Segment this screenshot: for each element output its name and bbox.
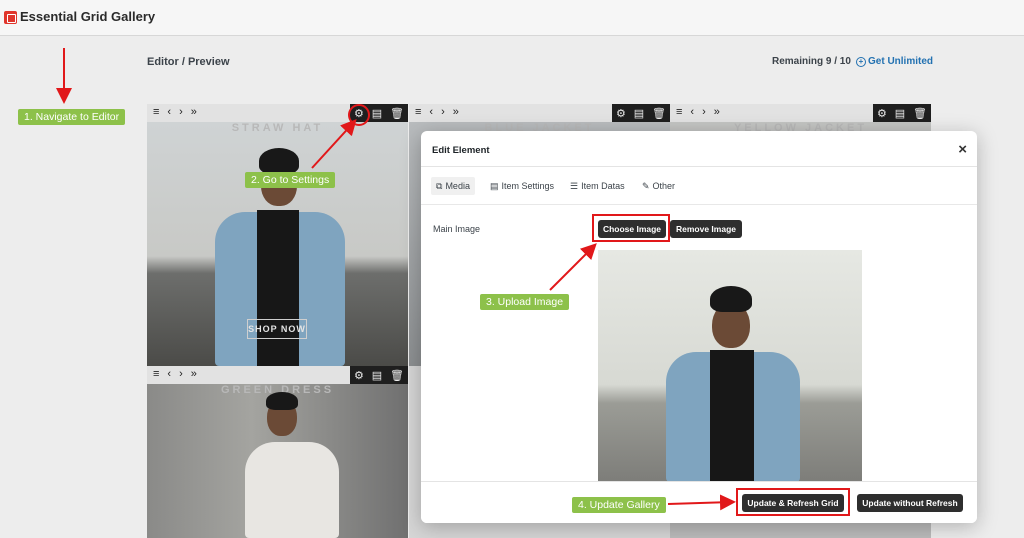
person-figure xyxy=(237,390,347,538)
remaining-count: Remaining 9 / 10 xyxy=(772,56,851,67)
duplicate-icon[interactable]: ▤ xyxy=(895,107,905,120)
gear-icon[interactable]: ⚙ xyxy=(616,107,626,120)
modal-title: Edit Element xyxy=(432,145,490,156)
duplicate-icon[interactable]: ▤ xyxy=(372,369,382,382)
trash-icon[interactable]: 🗑 xyxy=(390,369,404,382)
gear-icon[interactable]: ⚙ xyxy=(354,369,364,382)
plus-circle-icon: + xyxy=(856,57,866,67)
item-toolbar: ≡‹›» ⚙ ▤ 🗑 xyxy=(147,366,408,384)
item-tool-group: ⚙ ▤ 🗑 xyxy=(873,104,931,122)
modal-header: Edit Element × xyxy=(421,131,977,167)
main-image-preview xyxy=(598,250,862,482)
choose-image-highlight xyxy=(592,214,670,242)
pin-icon: ✎ xyxy=(642,181,650,191)
item-title: STRAW HAT xyxy=(231,122,324,134)
editor-preview-label: Editor / Preview xyxy=(147,56,230,68)
gear-highlight xyxy=(348,104,370,126)
callout-go-to-settings: 2. Go to Settings xyxy=(245,172,336,188)
update-refresh-highlight xyxy=(736,488,850,516)
main-image-label: Main Image xyxy=(433,224,481,234)
item-toolbar: ≡‹›» ⚙ ▤ 🗑 xyxy=(409,104,670,122)
close-icon[interactable]: × xyxy=(958,141,967,158)
callout-upload-image: 3. Upload Image xyxy=(480,294,570,310)
list-icon: ▤ xyxy=(490,181,499,191)
duplicate-icon[interactable]: ▤ xyxy=(372,107,382,120)
tab-item-datas[interactable]: ☰ Item Datas xyxy=(565,177,630,195)
media-icon: ⧉ xyxy=(436,181,443,191)
grid-logo-icon xyxy=(4,11,17,24)
update-without-refresh-button[interactable]: Update without Refresh xyxy=(857,494,963,512)
remove-image-button[interactable]: Remove Image xyxy=(670,220,742,238)
app-title: Essential Grid Gallery xyxy=(20,9,156,24)
get-unlimited-link[interactable]: + Get Unlimited xyxy=(856,56,933,67)
item-nav-controls[interactable]: ≡‹›» xyxy=(676,106,728,118)
person-figure xyxy=(658,280,808,482)
tab-other[interactable]: ✎ Other xyxy=(637,177,680,195)
trash-icon[interactable]: 🗑 xyxy=(652,107,666,120)
shop-now-button[interactable]: SHOP NOW xyxy=(247,319,307,339)
trash-icon[interactable]: 🗑 xyxy=(390,107,404,120)
modal-footer: Update & Refresh Grid Update without Ref… xyxy=(421,481,977,523)
edit-element-modal: Edit Element × ⧉ Media ▤ Item Settings ☰ It… xyxy=(421,131,977,523)
callout-navigate-to-editor: 1. Navigate to Editor xyxy=(18,109,126,125)
item-nav-controls[interactable]: ≡‹›» xyxy=(415,106,467,118)
tab-item-settings[interactable]: ▤ Item Settings xyxy=(485,177,559,195)
get-unlimited-label: Get Unlimited xyxy=(868,56,934,67)
callout-update-gallery: 4. Update Gallery xyxy=(572,497,666,513)
app-header: Essential Grid Gallery xyxy=(0,0,1024,36)
item-tool-group: ⚙ ▤ 🗑 xyxy=(612,104,670,122)
data-icon: ☰ xyxy=(570,181,579,191)
grid-item-straw-hat[interactable]: ≡‹›» ⚙ ▤ 🗑 STRAW HAT SHOP NOW xyxy=(147,104,408,366)
item-nav-controls[interactable]: ≡‹›» xyxy=(153,368,205,380)
tab-media[interactable]: ⧉ Media xyxy=(431,177,475,195)
item-tool-group: ⚙ ▤ 🗑 xyxy=(350,366,408,384)
item-nav-controls[interactable]: ≡‹›» xyxy=(153,106,205,118)
duplicate-icon[interactable]: ▤ xyxy=(634,107,644,120)
gear-icon[interactable]: ⚙ xyxy=(877,107,887,120)
grid-item-green-dress[interactable]: ≡‹›» ⚙ ▤ 🗑 GREEN DRESS xyxy=(147,366,408,538)
modal-tabs: ⧉ Media ▤ Item Settings ☰ Item Datas ✎ Other xyxy=(421,167,977,205)
trash-icon[interactable]: 🗑 xyxy=(913,107,927,120)
item-toolbar: ≡‹›» ⚙ ▤ 🗑 xyxy=(670,104,931,122)
